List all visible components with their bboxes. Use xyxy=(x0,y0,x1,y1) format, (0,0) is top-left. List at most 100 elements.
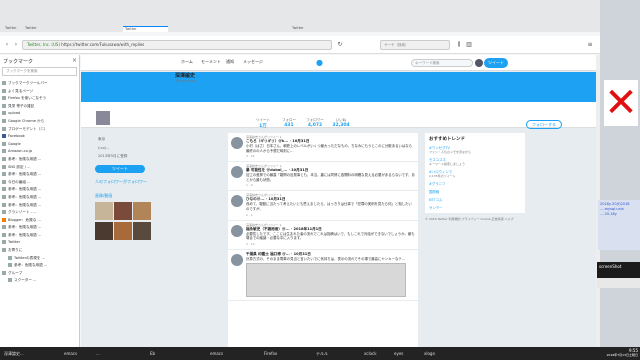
search-input[interactable]: サーチ（検索） xyxy=(380,40,450,50)
twitter-search-input[interactable]: キーワード検索 xyxy=(411,59,473,67)
bookmark-item[interactable]: よく見るページ xyxy=(2,88,79,96)
bookmark-item[interactable]: 参考：危険な用語 ... xyxy=(2,186,79,194)
taskbar-item[interactable]: xlogo xyxy=(424,349,454,358)
bookmark-item[interactable]: Amazon.co.jp xyxy=(2,148,79,156)
back-icon[interactable]: ‹ xyxy=(3,40,11,50)
followers-you-know[interactable]: 人のフォロワーがフォロワー xyxy=(95,179,218,185)
tab-active[interactable]: Twitter xyxy=(123,26,168,32)
taskbar-item[interactable]: 深澤論史... xyxy=(4,349,46,358)
bookmark-item[interactable]: 参考：危険な用語 ... xyxy=(2,194,79,202)
taskbar-item[interactable]: テルル xyxy=(316,349,356,358)
media-thumbnail[interactable] xyxy=(114,202,132,220)
follow-button[interactable]: フォローする xyxy=(526,120,562,129)
bookmark-item[interactable]: スクーター ... xyxy=(2,277,79,285)
bookmark-item[interactable]: Twitter xyxy=(2,239,79,247)
media-thumbnail[interactable] xyxy=(95,202,113,220)
tab[interactable] xyxy=(230,26,250,32)
footer-links[interactable]: © 2018 Twitter 利用規約 プライバシー Cookie 広告情報 ヘ… xyxy=(425,217,525,221)
bookmark-item[interactable]: 参考：危険な用語 ... xyxy=(2,232,79,240)
tab[interactable] xyxy=(330,26,350,32)
bookmark-item[interactable]: 参考：危険な用語 ... xyxy=(2,202,79,210)
tweet[interactable]: 深澤諭史さんがリツイート 福永敏史（不適用者）@... · 2018年11月1日必… xyxy=(228,221,418,250)
bookmark-item[interactable]: Blogger：危険な ... xyxy=(2,217,79,225)
tab[interactable] xyxy=(170,26,190,32)
tweet-actions[interactable]: 1 · 9 xyxy=(246,183,415,187)
tweet[interactable]: 深澤諭史さんがリツイート こもろ（ギリギリ）@k... · 10月31日 小村（ぱさ… xyxy=(228,133,418,163)
bookmark-item[interactable]: 参考：危険な用語 ... xyxy=(2,156,79,164)
reload-icon[interactable]: ↻ xyxy=(336,40,344,50)
tweet[interactable]: 深澤諭史さんがリツイート ひなの@... · 10月31日 改めて、駆動に当たって考… xyxy=(228,191,418,221)
tweet-image[interactable] xyxy=(246,263,406,298)
tweet-to-button[interactable]: ツイート xyxy=(95,165,145,173)
media-title[interactable]: 画像/動画 xyxy=(95,193,218,199)
close-icon[interactable]: × xyxy=(72,57,77,64)
sidebar-toggle-icon[interactable]: ▥ xyxy=(465,40,473,50)
tweet-button[interactable]: ツイート xyxy=(484,58,508,68)
bookmark-item[interactable]: 今日の番組 ... xyxy=(2,179,79,187)
taskbar-item[interactable]: ... xyxy=(96,349,126,358)
trend-item[interactable]: #グラニフ xyxy=(429,181,521,186)
taskbar-item[interactable]: Firefox xyxy=(264,349,304,358)
nav-messages[interactable]: メッセージ xyxy=(243,59,263,65)
tweet-actions[interactable]: 3 · 14 xyxy=(246,242,415,246)
tab[interactable] xyxy=(310,26,330,32)
stat-following[interactable]: フォロー 431 xyxy=(277,118,301,128)
bookmark-item[interactable]: Firefox を使いこなそう xyxy=(2,95,79,103)
taskbar-item[interactable]: emacs xyxy=(64,349,94,358)
avatar[interactable] xyxy=(231,166,243,179)
bookmark-item[interactable]: 参考：危険な用語 ... xyxy=(2,224,79,232)
taskbar-item[interactable]: Eb xyxy=(150,349,170,358)
tab[interactable] xyxy=(190,26,210,32)
url-bar[interactable]: Twitter, Inc. (US) https://twitter.com/F… xyxy=(22,40,332,50)
bookmark-item[interactable]: Facebook xyxy=(2,133,79,141)
tab[interactable] xyxy=(210,26,230,32)
bookmark-item[interactable]: Twitterの表現を ... xyxy=(2,255,79,263)
bookmark-item[interactable]: ブロゲーモデント（ﾐﾆ） xyxy=(2,126,79,134)
bookmark-item[interactable]: 参考：危険な用語 ... xyxy=(2,171,79,179)
stat-tweets[interactable]: ツイート 1万 xyxy=(251,118,275,129)
bookmark-item[interactable]: SNS 設定 / ... xyxy=(2,164,79,172)
tab[interactable] xyxy=(63,26,83,32)
tab[interactable]: Twitter xyxy=(23,26,43,32)
avatar[interactable] xyxy=(475,59,483,67)
avatar[interactable] xyxy=(231,253,243,266)
tab[interactable] xyxy=(350,26,370,32)
trend-item[interactable]: 国際線 xyxy=(429,189,521,194)
screenshot-popup[interactable]: screenShot xyxy=(597,262,640,278)
tab[interactable] xyxy=(103,26,123,32)
bookmark-item[interactable]: Google Chrome から xyxy=(2,118,79,126)
clock[interactable]: 9:55 2018年7月13日土曜日 xyxy=(598,348,638,358)
trend-item[interactable]: サンデー xyxy=(429,205,521,210)
stat-likes[interactable]: いいね 32,304 xyxy=(329,118,353,128)
media-thumbnail[interactable] xyxy=(95,222,113,240)
forward-icon[interactable]: › xyxy=(12,40,20,50)
bookmark-item[interactable]: Google xyxy=(2,141,79,149)
taskbar-item[interactable]: emacs xyxy=(210,349,240,358)
stat-followers[interactable]: フォロワー 4,072 xyxy=(303,118,327,128)
bookmark-search-input[interactable]: ブックマークを検索 xyxy=(2,67,77,76)
media-thumbnail[interactable] xyxy=(114,222,132,240)
media-thumbnail[interactable] xyxy=(133,222,151,240)
tab[interactable] xyxy=(270,26,290,32)
bookmark-item[interactable]: グランゾート - ... xyxy=(2,209,79,217)
tab[interactable] xyxy=(83,26,103,32)
tab[interactable] xyxy=(43,26,63,32)
taskbar-item[interactable]: eyes xyxy=(394,349,424,358)
bookmark-item[interactable]: 見栄 帯子の雑記 xyxy=(2,103,79,111)
bookmark-item[interactable]: グループ xyxy=(2,270,79,278)
taskbar-item[interactable]: xclock xyxy=(364,349,394,358)
bookmark-item[interactable]: 参考：危険な用語 ... xyxy=(2,262,79,270)
profile-avatar[interactable] xyxy=(95,110,111,126)
tab[interactable]: Twitter xyxy=(290,26,310,32)
link-text[interactable]: ...-20-18y xyxy=(600,212,638,217)
bookmark-item[interactable]: upload xyxy=(2,110,79,118)
tweet-actions[interactable]: 2 · 1 xyxy=(246,213,415,217)
avatar[interactable] xyxy=(231,224,243,237)
tweet[interactable]: 深澤諭史さんがリツイート暴 可能性を @dubai_... · 10月31日 加工… xyxy=(228,162,418,192)
tweet[interactable]: 千葉県 印鑑士 福口博 @... · 10月31日 計算方式の、そのまま電車の見当… xyxy=(228,250,418,302)
avatar[interactable] xyxy=(231,137,243,149)
bookmark-item[interactable]: お寄りに xyxy=(2,247,79,255)
bookmark-item[interactable]: ブックマークツールバー xyxy=(2,80,79,88)
nav-notifications[interactable]: 通知 xyxy=(226,59,234,65)
tab[interactable]: Twitter xyxy=(3,26,23,32)
